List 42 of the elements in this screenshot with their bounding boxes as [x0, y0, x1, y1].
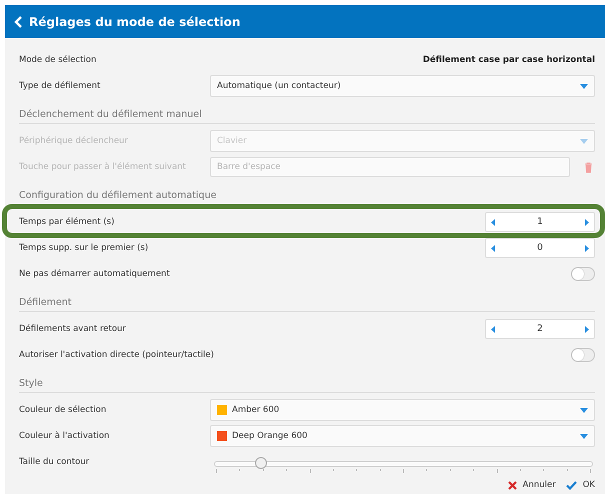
section-heading: Défilement: [19, 287, 595, 312]
field-label: Couleur de sélection: [19, 405, 108, 415]
field-label: Temps supp. sur le premier (s): [19, 243, 150, 253]
mode-value: Défilement case par case horizontal: [422, 55, 595, 65]
slider-thumb[interactable]: [255, 457, 268, 469]
window-title: Réglages du mode de sélection: [29, 14, 240, 28]
dropdown[interactable]: Automatique (un contacteur): [210, 75, 595, 97]
dropdown-value: Automatique (un contacteur): [217, 81, 342, 91]
toggle-switch[interactable]: [571, 348, 595, 362]
back-icon[interactable]: [13, 14, 23, 28]
field-label: Périphérique déclencheur: [19, 136, 129, 146]
cancel-button[interactable]: Annuler: [508, 478, 556, 492]
dropdown[interactable]: Deep Orange 600: [210, 425, 595, 447]
dropdown-value: Amber 600: [232, 405, 280, 415]
trash-icon: [584, 162, 593, 172]
dropdown-arrow-icon: [580, 434, 588, 438]
left-arrow-icon: [491, 244, 495, 252]
right-arrow-icon: [585, 218, 589, 226]
section-heading: Déclenchement du défilement manuel: [19, 99, 595, 124]
dropdown-arrow-icon: [580, 408, 588, 412]
dropdown-arrow-icon: [580, 138, 588, 144]
dropdown[interactable]: Amber 600: [210, 399, 595, 421]
section-heading: Style: [19, 368, 595, 393]
section-heading: Configuration du défilement automatique: [19, 180, 595, 205]
field-label: Défilements avant retour: [19, 324, 127, 334]
field-label: Ne pas démarrer automatiquement: [19, 269, 171, 279]
close-icon: [508, 480, 517, 490]
dropdown-value: Deep Orange 600: [232, 431, 308, 441]
right-arrow-icon: [585, 326, 589, 332]
left-arrow-icon: [491, 218, 495, 226]
field-label: Type de défilement: [19, 81, 102, 91]
field-label: Touche pour passer à l'élément suivant: [19, 162, 187, 172]
field-label: Couleur à l'activation: [19, 431, 110, 441]
right-arrow-icon: [585, 244, 589, 252]
field-label: Taille du contour: [19, 457, 90, 467]
toggle-switch[interactable]: [571, 267, 595, 281]
ok-button[interactable]: OK: [566, 478, 595, 492]
checkmark-icon: [566, 480, 577, 490]
field-label: Temps par élément (s): [19, 217, 116, 227]
left-arrow-icon: [491, 326, 495, 332]
field-label: Mode de sélection: [19, 55, 98, 65]
dropdown-arrow-icon: [580, 84, 588, 88]
